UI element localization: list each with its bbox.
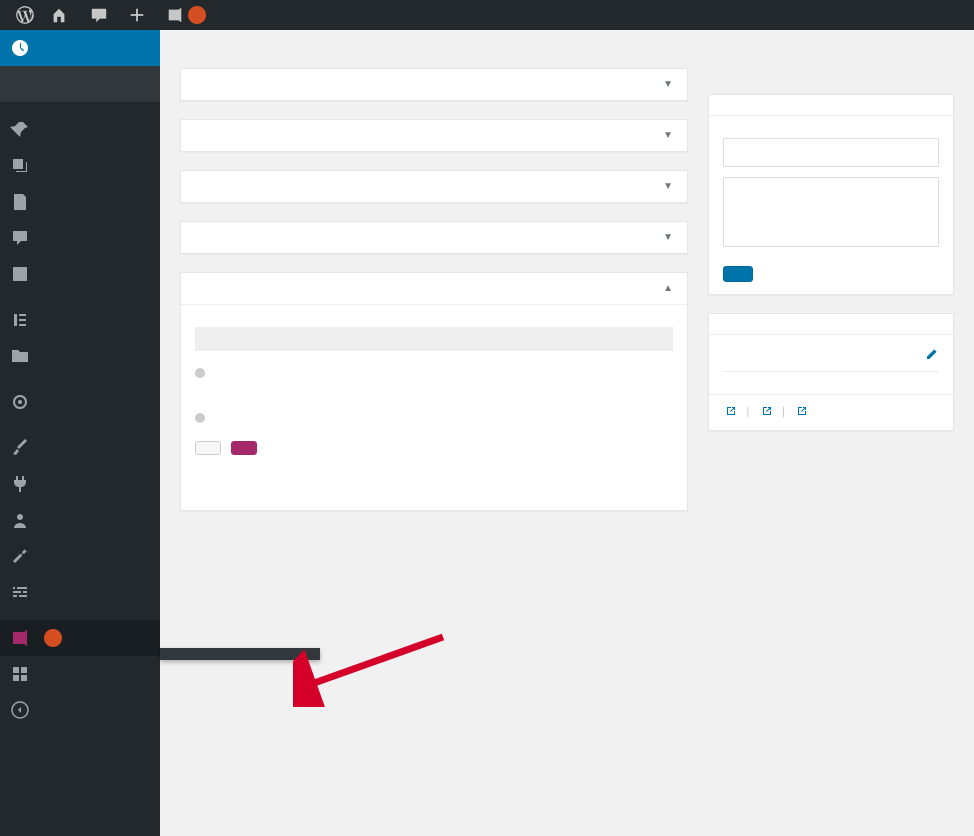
site-link[interactable] bbox=[42, 0, 82, 30]
panel-header[interactable]: ▼ bbox=[181, 171, 687, 202]
media-icon bbox=[10, 156, 30, 176]
annotation-arrow bbox=[293, 627, 453, 707]
sidebar-item-appearance[interactable] bbox=[0, 430, 160, 466]
comment-icon bbox=[10, 228, 30, 248]
home-icon bbox=[50, 6, 68, 24]
sliders-icon bbox=[10, 582, 30, 602]
sidebar-item-plugins[interactable] bbox=[0, 466, 160, 502]
panel-activity: ▼ bbox=[180, 221, 688, 254]
yoast-icon bbox=[10, 628, 30, 648]
chevron-down-icon: ▼ bbox=[663, 232, 673, 243]
chevron-down-icon: ▼ bbox=[663, 130, 673, 141]
folder-icon bbox=[10, 346, 30, 366]
admin-sidebar bbox=[0, 30, 160, 836]
comment-icon bbox=[90, 6, 108, 24]
pin-icon bbox=[10, 120, 30, 140]
panel-header[interactable]: ▼ bbox=[181, 120, 687, 151]
yoast-icon bbox=[166, 6, 184, 24]
collapse-icon bbox=[10, 700, 30, 720]
panel-header[interactable]: ▼ bbox=[181, 222, 687, 253]
panel-header[interactable]: ▲ bbox=[181, 273, 687, 305]
submenu-home[interactable] bbox=[0, 72, 160, 84]
submenu-updates[interactable] bbox=[0, 84, 160, 96]
sidebar-item-media[interactable] bbox=[0, 148, 160, 184]
sidebar-item-comments[interactable] bbox=[0, 220, 160, 256]
plugin-icon bbox=[10, 474, 30, 494]
seo-count-badge bbox=[44, 629, 62, 647]
sidebar-item-settings[interactable] bbox=[0, 574, 160, 610]
score-dot-icon bbox=[195, 413, 205, 423]
news-link[interactable] bbox=[794, 405, 808, 420]
wp-logo[interactable] bbox=[8, 0, 42, 30]
sidebar-collapse[interactable] bbox=[0, 692, 160, 728]
dashboard-submenu bbox=[0, 66, 160, 102]
panel-wpforms: ▼ bbox=[180, 68, 688, 101]
sidebar-item-posts[interactable] bbox=[0, 112, 160, 148]
seo-score-bar bbox=[195, 327, 673, 351]
draft-content-textarea[interactable] bbox=[723, 177, 939, 247]
elementor-icon bbox=[10, 310, 30, 330]
wrench-icon bbox=[10, 546, 30, 566]
analyze-site-button[interactable] bbox=[231, 441, 257, 455]
notif-badge bbox=[188, 6, 206, 24]
comments-link[interactable] bbox=[82, 0, 120, 30]
panel-at-glance: ▼ bbox=[180, 170, 688, 203]
panel-yoast-overview: ▲ bbox=[180, 272, 688, 511]
panel-header[interactable] bbox=[709, 314, 953, 335]
genesis-icon bbox=[10, 392, 30, 412]
external-icon bbox=[761, 405, 773, 417]
fetch-status-button[interactable] bbox=[195, 441, 221, 455]
meetups-link[interactable] bbox=[723, 405, 737, 420]
panel-events-news: | | bbox=[708, 313, 954, 431]
sidebar-item-atomic-blocks[interactable] bbox=[0, 656, 160, 692]
panel-header[interactable]: ▼ bbox=[181, 69, 687, 100]
sidebar-item-pages[interactable] bbox=[0, 184, 160, 220]
dashboard-icon bbox=[10, 38, 30, 58]
sidebar-item-genesis[interactable] bbox=[0, 384, 160, 420]
wordpress-icon bbox=[16, 6, 34, 24]
admin-bar bbox=[0, 0, 974, 30]
save-draft-button[interactable] bbox=[723, 266, 753, 282]
content-area: ▼ ▼ ▼ ▼ ▲ bbox=[160, 30, 974, 549]
panel-elementor-overview: ▼ bbox=[180, 119, 688, 152]
user-icon bbox=[10, 510, 30, 530]
score-dot-icon bbox=[195, 368, 205, 378]
events-footer: | | bbox=[709, 394, 953, 430]
external-icon bbox=[796, 405, 808, 417]
brush-icon bbox=[10, 438, 30, 458]
seo-flyout bbox=[160, 648, 320, 660]
plus-icon bbox=[128, 6, 146, 24]
page-icon bbox=[10, 192, 30, 212]
draft-title-input[interactable] bbox=[723, 138, 939, 167]
sidebar-item-users[interactable] bbox=[0, 502, 160, 538]
panel-header[interactable] bbox=[709, 95, 953, 116]
grid-icon bbox=[10, 664, 30, 684]
yoast-adminbar[interactable] bbox=[158, 0, 214, 30]
wordcamps-link[interactable] bbox=[759, 405, 773, 420]
sidebar-item-dashboard[interactable] bbox=[0, 30, 160, 66]
edit-location-icon[interactable] bbox=[923, 347, 939, 363]
external-icon bbox=[725, 405, 737, 417]
new-content[interactable] bbox=[120, 0, 158, 30]
chevron-up-icon: ▲ bbox=[663, 283, 673, 294]
news-list bbox=[723, 371, 939, 382]
sidebar-item-elementor[interactable] bbox=[0, 302, 160, 338]
form-icon bbox=[10, 264, 30, 284]
chevron-down-icon: ▼ bbox=[663, 79, 673, 90]
sidebar-item-tools[interactable] bbox=[0, 538, 160, 574]
panel-quick-draft bbox=[708, 94, 954, 295]
chevron-down-icon: ▼ bbox=[663, 181, 673, 192]
sidebar-item-seo[interactable] bbox=[0, 620, 160, 656]
sidebar-item-wpforms[interactable] bbox=[0, 256, 160, 292]
sidebar-item-templates[interactable] bbox=[0, 338, 160, 374]
